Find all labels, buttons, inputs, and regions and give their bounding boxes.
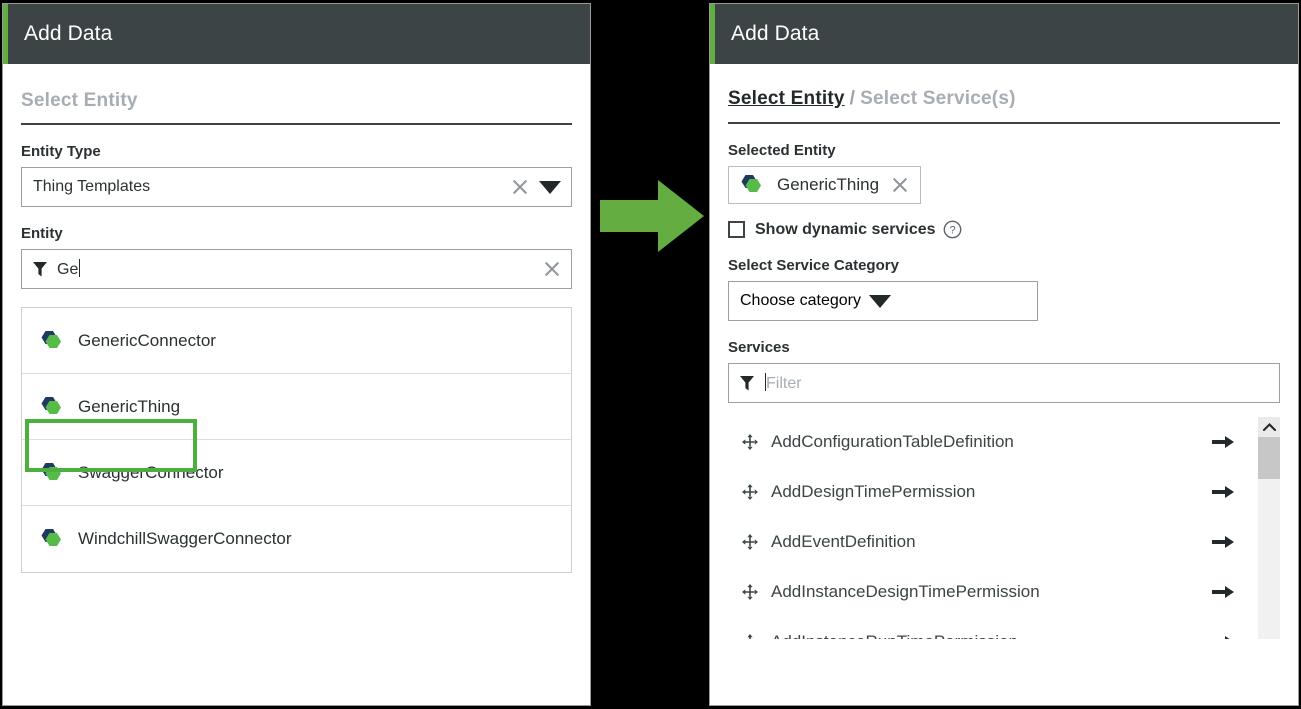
right-arrow-annotation-icon [600, 180, 704, 252]
list-item-label: WindchillSwaggerConnector [78, 529, 292, 548]
services-label: Services [728, 339, 790, 356]
list-item-label: AddInstanceDesignTimePermission [771, 582, 1040, 601]
list-item[interactable]: AddInstanceDesignTimePermission [728, 567, 1280, 617]
selected-entity-chip[interactable]: GenericThing [728, 166, 922, 204]
entity-label: Entity [21, 225, 63, 242]
move-icon[interactable] [742, 634, 758, 639]
close-icon[interactable] [509, 176, 531, 198]
panel-header: Add Data [710, 4, 1298, 64]
move-icon[interactable] [742, 534, 758, 550]
entity-hexagon-icon [41, 396, 61, 414]
service-category-value: Choose category [740, 292, 861, 309]
show-dynamic-services-checkbox[interactable] [728, 221, 745, 238]
entity-type-dropdown[interactable]: Thing Templates [21, 167, 572, 207]
arrow-right-icon[interactable] [1212, 485, 1234, 499]
page-title: Add Data [731, 22, 820, 45]
header-accent-bar [710, 4, 715, 64]
list-item-label: AddConfigurationTableDefinition [771, 432, 1014, 451]
entity-type-value: Thing Templates [33, 178, 151, 195]
breadcrumb: Select Entity / Select Service(s) [728, 64, 1280, 124]
list-item[interactable]: SwaggerConnector [22, 440, 571, 506]
entity-result-list: GenericConnector GenericThing SwaggerCon… [21, 307, 572, 573]
arrow-right-icon[interactable] [1212, 435, 1234, 449]
scroll-up-button[interactable] [1258, 417, 1280, 437]
header-accent-bar [3, 4, 8, 64]
breadcrumb-item-select-services[interactable]: Select Service(s) [860, 88, 1016, 109]
chevron-down-icon[interactable] [539, 180, 561, 194]
selected-entity-label: Selected Entity [728, 142, 836, 159]
list-item[interactable]: GenericConnector [22, 308, 571, 374]
entity-search-value: Ge [57, 259, 81, 278]
panel-body: Select Entity Entity Type Thing Template… [3, 64, 590, 573]
entity-search-input[interactable]: Ge [21, 249, 572, 289]
add-data-panel-step2: Add Data Select Entity / Select Service(s)… [709, 3, 1299, 706]
list-item-label: GenericConnector [78, 330, 216, 350]
services-filter-input[interactable]: Filter [728, 363, 1280, 403]
funnel-icon [740, 375, 754, 390]
list-item[interactable]: GenericThing [22, 374, 571, 440]
move-icon[interactable] [742, 584, 758, 600]
arrow-right-icon[interactable] [1212, 535, 1234, 549]
show-dynamic-services-row[interactable]: Show dynamic services ? [728, 220, 1280, 239]
funnel-icon [33, 261, 47, 276]
entity-hexagon-icon [41, 462, 61, 480]
entity-hexagon-icon [41, 529, 61, 546]
list-item-label: SwaggerConnector [78, 462, 224, 482]
add-data-panel-step1: Add Data Select Entity Entity Type Thing… [2, 3, 591, 706]
list-item[interactable]: WindchillSwaggerConnector [22, 506, 571, 572]
list-item-label: GenericThing [78, 396, 181, 416]
list-item-label: AddInstanceRunTimePermission [771, 632, 1212, 639]
entity-hexagon-icon [41, 330, 61, 348]
list-item[interactable]: AddInstanceRunTimePermission [728, 617, 1280, 639]
chip-label: GenericThing [777, 175, 880, 194]
arrow-right-icon[interactable] [1212, 585, 1234, 599]
services-filter-value: Filter [765, 373, 802, 392]
services-scrollbar[interactable] [1258, 417, 1280, 639]
chevron-down-icon[interactable] [868, 294, 891, 308]
services-list: AddConfigurationTableDefinition AddDesig… [728, 417, 1280, 639]
service-category-label: Select Service Category [728, 257, 899, 274]
entity-type-label: Entity Type [21, 143, 101, 160]
move-icon[interactable] [742, 484, 758, 500]
entity-hexagon-icon [741, 175, 761, 192]
text-cursor [79, 259, 81, 277]
show-dynamic-services-label: Show dynamic services [755, 220, 936, 238]
list-item-label: AddEventDefinition [771, 532, 916, 551]
list-item[interactable]: AddConfigurationTableDefinition [728, 417, 1280, 467]
list-item-label: AddDesignTimePermission [771, 482, 976, 501]
move-icon[interactable] [742, 434, 758, 450]
close-icon[interactable] [541, 258, 563, 280]
page-title: Add Data [24, 22, 113, 45]
arrow-right-icon[interactable] [1212, 635, 1234, 639]
service-category-select[interactable]: Choose category [728, 281, 1038, 321]
list-item[interactable]: AddDesignTimePermission [728, 467, 1280, 517]
scrollbar-thumb[interactable] [1258, 437, 1280, 479]
panel-header: Add Data [3, 4, 590, 64]
svg-text:?: ? [949, 225, 955, 237]
section-title-select-entity: Select Entity [21, 64, 572, 125]
breadcrumb-separator: / [849, 88, 856, 109]
chevron-up-icon [1262, 423, 1276, 431]
list-item[interactable]: AddEventDefinition [728, 517, 1280, 567]
panel-body: Select Entity / Select Service(s) Selected… [710, 64, 1298, 639]
breadcrumb-item-select-entity[interactable]: Select Entity [728, 88, 845, 109]
close-icon[interactable] [889, 174, 911, 196]
question-mark-icon[interactable]: ? [943, 220, 962, 239]
